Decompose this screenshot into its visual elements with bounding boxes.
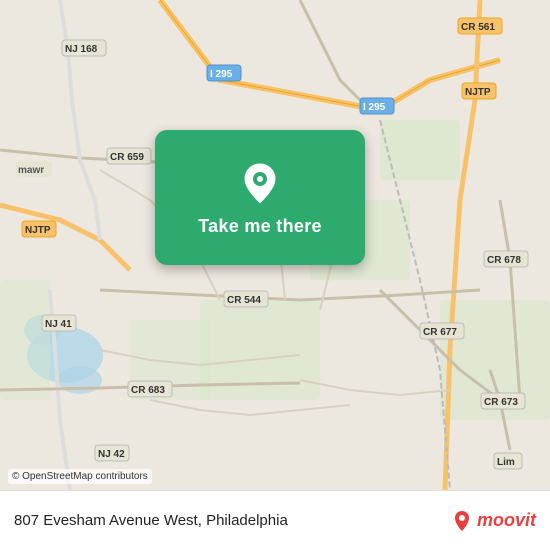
svg-text:CR 659: CR 659	[110, 152, 144, 163]
svg-text:NJ 42: NJ 42	[98, 449, 125, 460]
moovit-logo: moovit	[450, 509, 536, 533]
take-me-there-button[interactable]: Take me there	[155, 130, 365, 265]
svg-text:NJ 41: NJ 41	[45, 319, 72, 330]
svg-text:CR 673: CR 673	[484, 397, 518, 408]
address-text: 807 Evesham Avenue West, Philadelphia	[14, 512, 442, 529]
svg-text:CR 677: CR 677	[423, 327, 457, 338]
svg-text:CR 678: CR 678	[487, 255, 521, 266]
svg-text:I 295: I 295	[210, 69, 233, 80]
map-copyright: © OpenStreetMap contributors	[8, 469, 152, 484]
moovit-wordmark: moovit	[477, 510, 536, 531]
map-container: NJ 168 I 295 CR 561 NJTP CR 659 I 295 NJ…	[0, 0, 550, 490]
svg-text:CR 561: CR 561	[461, 22, 495, 33]
svg-text:NJTP: NJTP	[25, 225, 51, 236]
take-me-there-label: Take me there	[198, 216, 322, 237]
svg-text:mawr: mawr	[18, 165, 44, 176]
location-pin-icon	[235, 158, 285, 208]
svg-text:NJ 168: NJ 168	[65, 44, 98, 55]
bottom-bar: 807 Evesham Avenue West, Philadelphia mo…	[0, 490, 550, 550]
svg-text:NJTP: NJTP	[465, 87, 491, 98]
svg-text:Lim: Lim	[497, 457, 515, 468]
svg-text:I 295: I 295	[363, 102, 386, 113]
moovit-pin-icon	[450, 509, 474, 533]
svg-text:CR 683: CR 683	[131, 385, 165, 396]
svg-text:CR 544: CR 544	[227, 295, 261, 306]
